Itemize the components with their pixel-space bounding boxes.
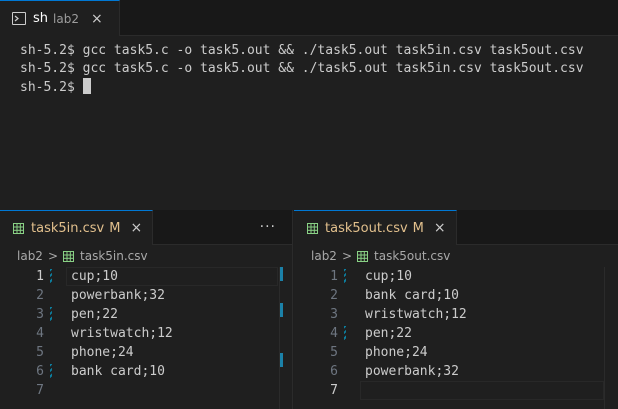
- tab-task5out[interactable]: task5out.csv M ×: [294, 210, 457, 245]
- code-text: cup;10: [365, 269, 412, 284]
- code-text: bank card;10: [71, 364, 165, 379]
- line-number: 4: [36, 326, 44, 341]
- line-number: 2: [36, 288, 44, 303]
- editor-group-left: task5in.csv M × ··· lab2 > task5in.csv 1: [0, 210, 293, 409]
- code-line: 5 phone;24: [0, 343, 292, 362]
- code-line: 1 cup;10: [0, 267, 292, 286]
- code-line: 2 powerbank;32: [0, 286, 292, 305]
- terminal-tab-name: sh: [33, 11, 49, 26]
- code-text: wristwatch;12: [365, 307, 467, 322]
- code-line: 6 bank card;10: [0, 362, 292, 381]
- code-line: 2 bank card;10: [294, 286, 618, 305]
- gutter-modified-marker: [50, 364, 52, 379]
- editor-group-right: task5out.csv M × lab2 > task5out.csv 1 c…: [294, 210, 618, 409]
- editor-tab-bar: task5in.csv M × ···: [0, 210, 292, 245]
- code-editor[interactable]: 1 cup;10 2 bank card;10 3 wristwatch;12 …: [294, 267, 618, 400]
- code-line: 6 powerbank;32: [294, 362, 618, 381]
- terminal-prompt-line: sh-5.2$: [20, 78, 618, 97]
- more-actions-icon[interactable]: ···: [260, 219, 276, 235]
- csv-file-icon: [357, 250, 369, 262]
- line-number: 1: [36, 269, 44, 284]
- modified-badge: M: [109, 220, 121, 236]
- overview-ruler[interactable]: [279, 267, 294, 409]
- overview-ruler-marker: [280, 303, 283, 317]
- breadcrumb: lab2 > task5out.csv: [294, 245, 618, 267]
- gutter-modified-marker: [50, 307, 52, 322]
- code-line: 5 phone;24: [294, 343, 618, 362]
- code-text: wristwatch;12: [71, 326, 173, 341]
- modified-badge: M: [412, 220, 424, 236]
- terminal-line: sh-5.2$ gcc task5.c -o task5.out && ./ta…: [20, 61, 584, 76]
- vscode-window: sh lab2 × sh-5.2$ gcc task5.c -o task5.o…: [0, 0, 618, 409]
- code-text: powerbank;32: [71, 288, 165, 303]
- code-line: 7: [0, 381, 292, 400]
- close-icon[interactable]: ×: [91, 11, 103, 27]
- tab-label: task5out.csv: [325, 220, 408, 236]
- code-text: phone;24: [365, 345, 428, 360]
- chevron-right-icon: >: [47, 249, 59, 263]
- current-line-highlight: [360, 381, 604, 400]
- line-number: 7: [36, 383, 44, 398]
- tab-label: task5in.csv: [31, 220, 105, 236]
- overview-ruler[interactable]: [604, 267, 618, 409]
- code-line: 3 wristwatch;12: [294, 305, 618, 324]
- line-number: 3: [330, 307, 338, 322]
- chevron-right-icon: >: [341, 249, 353, 263]
- terminal-icon: [12, 12, 26, 25]
- terminal-prompt: sh-5.2$: [20, 80, 83, 95]
- code-line: 7: [294, 381, 618, 400]
- line-number: 2: [330, 288, 338, 303]
- code-text: phone;24: [71, 345, 134, 360]
- code-text: pen;22: [365, 326, 412, 341]
- code-text: pen;22: [71, 307, 118, 322]
- code-line: 4 pen;22: [294, 324, 618, 343]
- code-line: 1 cup;10: [294, 267, 618, 286]
- code-editor[interactable]: 1 cup;10 2 powerbank;32 3 pen;22 4 wrist…: [0, 267, 292, 400]
- gutter-modified-marker: [50, 269, 52, 284]
- terminal-line: sh-5.2$ gcc task5.c -o task5.out && ./ta…: [20, 43, 584, 58]
- breadcrumb-file[interactable]: task5in.csv: [80, 249, 148, 263]
- editor-tab-bar: task5out.csv M ×: [294, 210, 618, 245]
- terminal-output[interactable]: sh-5.2$ gcc task5.c -o task5.out && ./ta…: [0, 36, 618, 210]
- line-number: 5: [330, 345, 338, 360]
- line-number: 4: [330, 326, 338, 341]
- code-line: 3 pen;22: [0, 305, 292, 324]
- overview-ruler-marker: [280, 267, 283, 281]
- close-icon[interactable]: ×: [130, 220, 142, 236]
- line-number: 7: [330, 383, 338, 398]
- terminal-tab-cwd: lab2: [53, 11, 79, 26]
- overview-ruler-marker: [280, 353, 283, 367]
- breadcrumb-file[interactable]: task5out.csv: [374, 249, 450, 263]
- csv-file-icon: [13, 222, 24, 234]
- gutter-modified-marker: [344, 326, 346, 341]
- code-line: 4 wristwatch;12: [0, 324, 292, 343]
- tab-task5in[interactable]: task5in.csv M ×: [0, 210, 154, 245]
- csv-file-icon: [307, 222, 318, 234]
- code-text: cup;10: [71, 269, 118, 284]
- code-text: bank card;10: [365, 288, 459, 303]
- gutter-modified-marker: [344, 269, 346, 284]
- line-number: 1: [330, 269, 338, 284]
- terminal-tab-bar: sh lab2 ×: [0, 0, 618, 36]
- csv-file-icon: [63, 250, 75, 262]
- terminal-cursor: [82, 78, 91, 94]
- line-number: 5: [36, 345, 44, 360]
- close-icon[interactable]: ×: [434, 220, 446, 236]
- line-number: 6: [330, 364, 338, 379]
- terminal-tab[interactable]: sh lab2 ×: [0, 0, 120, 36]
- breadcrumb-folder[interactable]: lab2: [311, 249, 337, 263]
- line-number: 6: [36, 364, 44, 379]
- breadcrumb-folder[interactable]: lab2: [17, 249, 43, 263]
- code-text: powerbank;32: [365, 364, 459, 379]
- line-number: 3: [36, 307, 44, 322]
- breadcrumb: lab2 > task5in.csv: [0, 245, 292, 267]
